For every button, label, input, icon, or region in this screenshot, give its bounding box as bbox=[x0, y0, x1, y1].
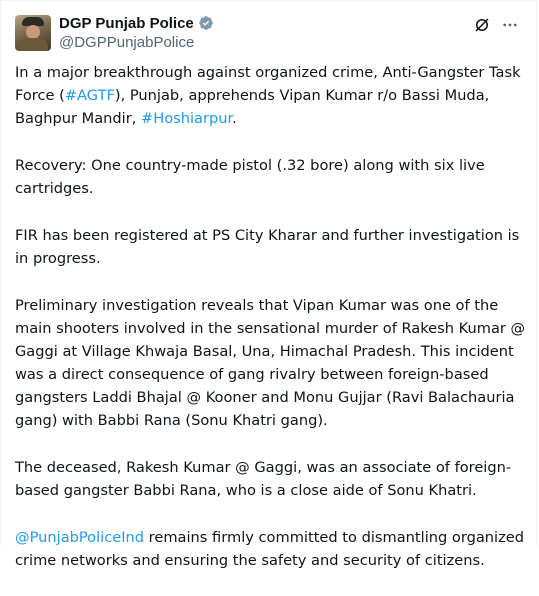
paragraph-commitment: @PunjabPoliceInd remains firmly committe… bbox=[15, 526, 527, 572]
author-info: DGP Punjab Police @DGPPunjabPolice bbox=[59, 13, 214, 53]
text-segment: . bbox=[232, 110, 237, 127]
display-name-row: DGP Punjab Police bbox=[59, 13, 214, 33]
tweet-actions bbox=[464, 15, 520, 35]
verified-badge-icon bbox=[198, 15, 214, 31]
tweet-text: In a major breakthrough against organize… bbox=[15, 61, 527, 596]
hashtag-hoshiarpur-link[interactable]: #Hoshiarpur bbox=[141, 110, 232, 127]
paragraph-investigation: Preliminary investigation reveals that V… bbox=[15, 297, 526, 429]
author-handle[interactable]: @DGPPunjabPolice bbox=[59, 33, 214, 53]
grok-icon[interactable] bbox=[472, 15, 492, 35]
avatar-face bbox=[26, 25, 40, 39]
paragraph-deceased: The deceased, Rakesh Kumar @ Gaggi, was … bbox=[15, 459, 512, 499]
tweet-card: DGP Punjab Police @DGPPunjabPolice In a … bbox=[0, 0, 537, 569]
mention-punjabpoliceind-link[interactable]: @PunjabPoliceInd bbox=[15, 529, 144, 546]
paragraph-recovery: Recovery: One country-made pistol (.32 b… bbox=[15, 157, 485, 197]
hashtag-agtf-link[interactable]: #AGTF bbox=[65, 87, 115, 104]
paragraph-fir: FIR has been registered at PS City Khara… bbox=[15, 227, 520, 267]
more-options-icon[interactable] bbox=[500, 15, 520, 35]
avatar[interactable] bbox=[15, 15, 51, 51]
paragraph-arrest: In a major breakthrough against organize… bbox=[15, 61, 527, 130]
tweet-header: DGP Punjab Police @DGPPunjabPolice bbox=[15, 13, 522, 53]
avatar-uniform bbox=[18, 38, 48, 51]
author-display-name[interactable]: DGP Punjab Police bbox=[59, 15, 194, 32]
